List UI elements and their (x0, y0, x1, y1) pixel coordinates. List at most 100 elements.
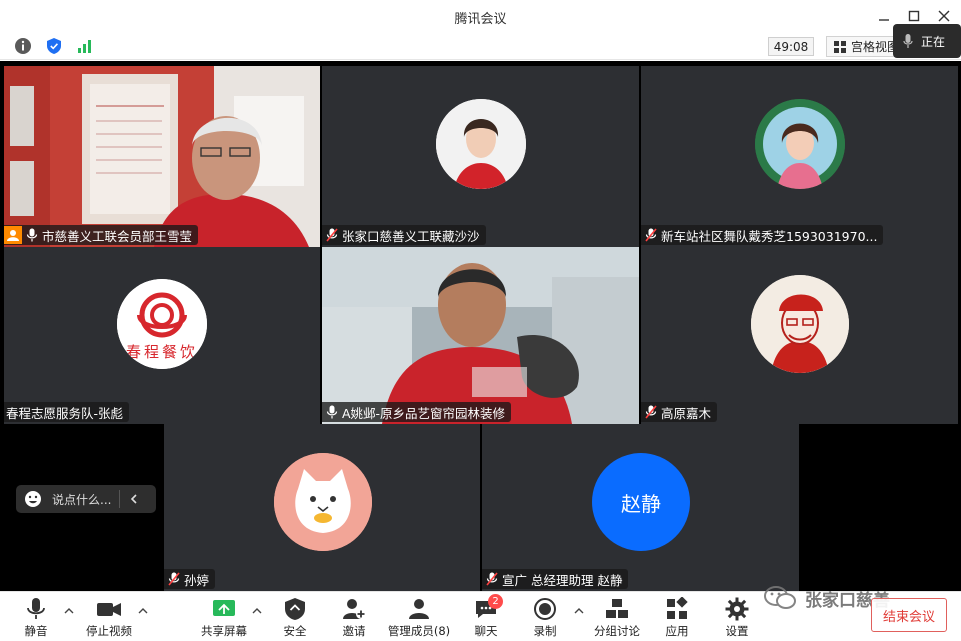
microphone-icon (903, 34, 913, 48)
record-label: 录制 (533, 624, 557, 638)
chevron-up-icon[interactable] (64, 606, 74, 616)
meeting-timer: 49:08 (768, 37, 814, 56)
video-grid: 市慈善义工联会员部王雪莹 张家口慈善义工联藏沙沙 新车站社区舞队戴秀芝15930… (0, 61, 961, 591)
participant-avatar (755, 99, 845, 189)
chat-button[interactable]: 聊天 2 (468, 594, 504, 640)
logo-text: 春程餐饮 (125, 343, 198, 361)
microphone-icon (26, 228, 38, 242)
chat-unread-badge: 2 (488, 594, 503, 609)
minimize-button[interactable] (873, 6, 895, 26)
title-bar: 腾讯会议 (0, 0, 961, 32)
participant-name: 孙婷 (184, 572, 210, 588)
emoji-icon (25, 491, 41, 507)
mute-label: 静音 (24, 624, 48, 638)
participant-avatar: 赵静 (592, 453, 690, 551)
close-icon (938, 10, 950, 22)
shield-icon (285, 598, 305, 620)
share-screen-icon (213, 600, 235, 616)
participant-avatar: 春程餐饮 (117, 279, 207, 369)
participant-avatar (274, 453, 372, 551)
video-tile[interactable]: 新车站社区舞队戴秀芝1593031970... (641, 66, 958, 247)
video-tile[interactable]: 高原嘉木 (641, 247, 958, 424)
participant-name-bar: 宣广 总经理助理 赵静 (482, 569, 629, 589)
participant-name-bar: A姚邺-原乡品艺窗帘园林装修 (322, 402, 512, 422)
video-tile[interactable]: 市慈善义工联会员部王雪莹 (4, 66, 320, 247)
microphone-muted-icon (645, 228, 657, 242)
participant-name-bar: 孙婷 (164, 569, 216, 589)
participant-name: 高原嘉木 (661, 405, 712, 421)
breakout-rooms-button[interactable]: 分组讨论 (592, 594, 642, 640)
participant-name-bar: 市慈善义工联会员部王雪莹 (4, 225, 199, 245)
microphone-icon (27, 598, 45, 619)
breakout-rooms-label: 分组讨论 (594, 624, 640, 638)
participant-avatar (436, 99, 526, 189)
chevron-left-icon[interactable] (128, 493, 140, 505)
quick-chat-placeholder: 说点什么... (52, 492, 112, 507)
stop-video-label: 停止视频 (86, 624, 132, 638)
view-mode-label: 宫格视图 (851, 40, 900, 54)
security-status-button[interactable] (44, 37, 64, 55)
maximize-button[interactable] (903, 6, 925, 26)
minimize-icon (879, 19, 889, 21)
maximize-icon (908, 10, 920, 22)
record-button[interactable]: 录制 (528, 594, 562, 640)
info-icon (15, 38, 31, 54)
apps-icon (667, 597, 688, 619)
security-label: 安全 (283, 624, 307, 638)
meeting-status-bar: 49:08 宫格视图 (0, 32, 961, 60)
participant-name: 宣广 总经理助理 赵静 (502, 572, 623, 588)
participant-video (4, 66, 320, 247)
chevron-up-icon[interactable] (138, 606, 148, 616)
settings-label: 设置 (725, 624, 749, 638)
signal-bars-icon (78, 40, 91, 53)
share-screen-label: 共享屏幕 (201, 624, 247, 638)
members-icon (409, 599, 429, 619)
participant-name: A姚邺-原乡品艺窗帘园林装修 (342, 405, 506, 421)
end-meeting-button[interactable]: 结束会议 (871, 598, 947, 632)
grid-view-icon (834, 40, 846, 53)
microphone-muted-icon (486, 572, 498, 586)
microphone-muted-icon (168, 572, 180, 586)
meeting-info-button[interactable] (13, 37, 33, 55)
window-title: 腾讯会议 (454, 12, 507, 27)
share-screen-button[interactable]: 共享屏幕 (198, 594, 250, 640)
quick-chat-box[interactable]: 说点什么... (16, 485, 156, 513)
shield-icon (47, 38, 61, 54)
participant-name: 春程志愿服务队-张彪 (6, 405, 124, 421)
gear-icon (725, 597, 749, 621)
chevron-up-icon[interactable] (252, 606, 262, 616)
host-icon (4, 226, 22, 244)
cat-avatar-illustration (274, 453, 372, 551)
invite-button[interactable]: 邀请 (336, 594, 372, 640)
microphone-muted-icon (645, 405, 657, 419)
participant-name: 新车站社区舞队戴秀芝1593031970... (661, 228, 878, 244)
speaking-label: 正在 (921, 34, 946, 49)
apps-button[interactable]: 应用 (660, 594, 694, 640)
breakout-rooms-icon (606, 599, 628, 618)
mute-button[interactable]: 静音 (18, 594, 54, 640)
video-tile[interactable]: 孙婷 (164, 424, 480, 591)
participant-name-bar: 张家口慈善义工联藏沙沙 (322, 225, 486, 245)
avatar-photo (436, 99, 526, 189)
network-signal-button[interactable] (75, 37, 95, 55)
close-button[interactable] (933, 6, 955, 26)
participant-name-bar: 春程志愿服务队-张彪 (4, 402, 130, 422)
wechat-logo-icon (764, 586, 796, 609)
manage-members-button[interactable]: 管理成员(8) (386, 594, 452, 640)
video-tile[interactable]: 赵静 宣广 总经理助理 赵静 (482, 424, 799, 591)
security-button[interactable]: 安全 (278, 594, 312, 640)
participant-name-bar: 高原嘉木 (641, 402, 718, 422)
settings-button[interactable]: 设置 (720, 594, 754, 640)
microphone-muted-icon (326, 228, 338, 242)
avatar-photo (755, 99, 845, 189)
stop-video-button[interactable]: 停止视频 (84, 594, 134, 640)
record-icon (534, 598, 556, 620)
chevron-up-icon[interactable] (574, 606, 584, 616)
video-tile[interactable]: 春程餐饮 春程志愿服务队-张彪 (4, 247, 320, 424)
video-tile-active-speaker[interactable]: A姚邺-原乡品艺窗帘园林装修 (322, 247, 639, 424)
participant-video (322, 247, 639, 424)
avatar-portrait-drawing (751, 275, 849, 373)
avatar-initials: 赵静 (621, 491, 661, 516)
microphone-icon (326, 405, 338, 419)
video-tile[interactable]: 张家口慈善义工联藏沙沙 (322, 66, 639, 247)
